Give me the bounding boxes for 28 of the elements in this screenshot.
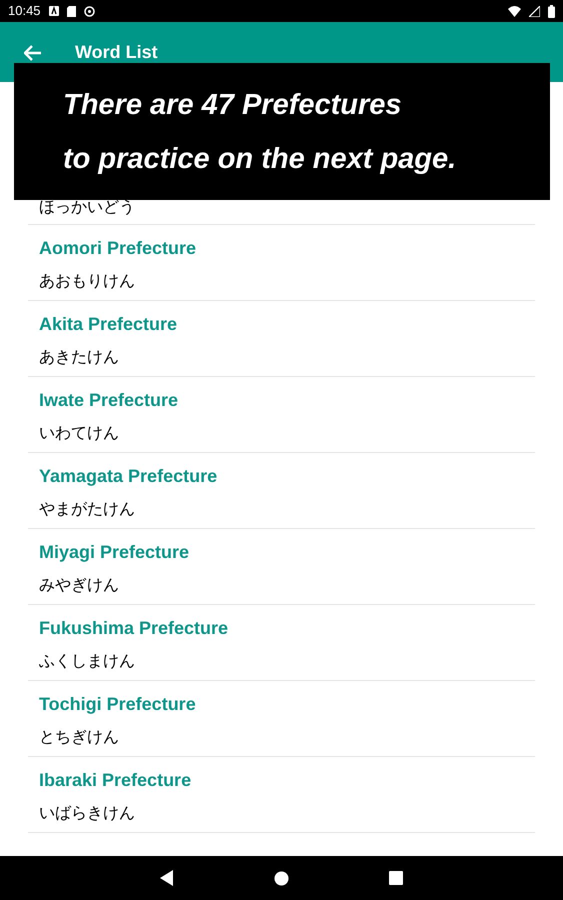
caption-line: to practice on the next page. <box>63 142 458 176</box>
word-title[interactable]: Tochigi Prefecture <box>39 692 524 716</box>
sd-card-icon <box>66 6 76 16</box>
word-title[interactable]: Iwate Prefecture <box>39 388 524 412</box>
word-reading: やまがたけん <box>39 500 136 520</box>
word-reading: あおもりけん <box>39 272 136 292</box>
word-title[interactable]: Ibaraki Prefecture <box>39 768 524 792</box>
back-icon[interactable] <box>160 870 174 886</box>
wifi-icon <box>508 6 521 16</box>
status-time: 10:45 <box>8 2 41 20</box>
home-icon[interactable] <box>274 870 289 886</box>
word-reading: いわてけん <box>39 424 120 444</box>
word-title[interactable]: Yamagata Prefecture <box>39 464 524 488</box>
battery-icon <box>548 4 555 18</box>
back-arrow-icon[interactable] <box>24 45 42 61</box>
app-bar-title: Word List <box>75 43 158 62</box>
word-reading: ほっかいどう <box>39 198 136 218</box>
word-title[interactable]: Aomori Prefecture <box>39 236 524 260</box>
word-reading: ふくしまけん <box>39 652 136 672</box>
word-reading: とちぎけん <box>39 728 120 748</box>
signal-icon <box>529 6 540 16</box>
word-reading: あきたけん <box>39 348 120 368</box>
word-title[interactable]: Miyagi Prefecture <box>39 540 524 564</box>
word-reading: みやぎけん <box>39 576 120 596</box>
word-reading: いばらきけん <box>39 804 136 824</box>
word-title[interactable]: Fukushima Prefecture <box>39 616 524 640</box>
caption-line: There are 47 Prefectures <box>63 88 403 122</box>
word-title[interactable]: Akita Prefecture <box>39 312 524 336</box>
